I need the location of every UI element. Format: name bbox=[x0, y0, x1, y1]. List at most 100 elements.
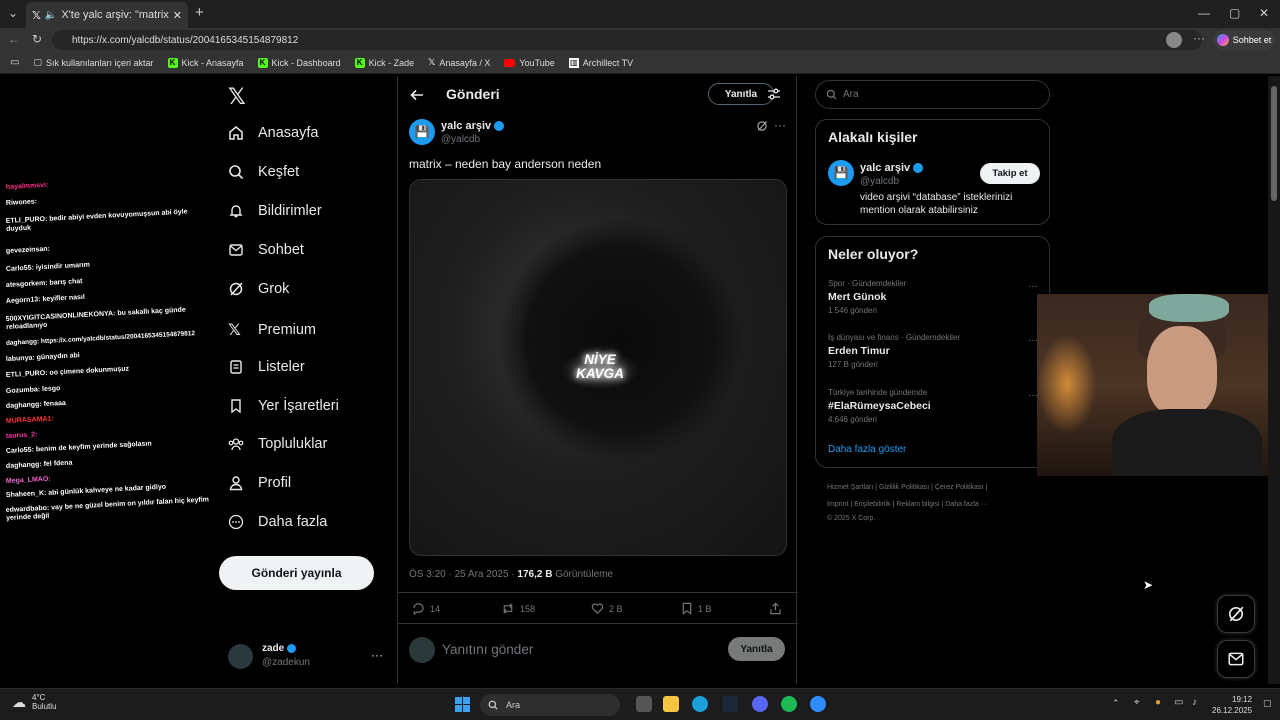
tray-chevron-icon[interactable]: ⌃ bbox=[1112, 698, 1120, 709]
chat-line: taurus_2: bbox=[5, 431, 38, 440]
follow-button[interactable]: Takip et bbox=[980, 163, 1040, 184]
clock[interactable]: 19:12 26.12.2025 bbox=[1212, 694, 1252, 716]
audio-icon[interactable]: 🔈 bbox=[45, 10, 57, 21]
nav-grok[interactable]: Grok bbox=[228, 281, 289, 297]
bookmark-x-home[interactable]: 𝕏 Anasayfa / X bbox=[428, 57, 490, 68]
bookmark-action[interactable]: 1 B bbox=[681, 602, 712, 615]
more-icon[interactable]: ··· bbox=[774, 118, 786, 132]
x-logo[interactable]: 𝕏 bbox=[228, 84, 246, 110]
author-avatar[interactable]: 💾 bbox=[409, 119, 435, 145]
reply-icon bbox=[413, 603, 424, 615]
repost-action[interactable]: 158 bbox=[501, 602, 535, 615]
weather-widget[interactable]: ☁ 4°C Bulutlu bbox=[12, 693, 56, 711]
reply-count: 14 bbox=[430, 603, 441, 614]
trend-item[interactable]: İş dünyası ve finans · Gündemdekiler Erd… bbox=[828, 333, 1038, 369]
author-name[interactable]: yalc arşiv bbox=[441, 120, 505, 132]
url-field[interactable]: https://x.com/yalcdb/status/200416534515… bbox=[52, 30, 1202, 50]
grok-icon[interactable] bbox=[756, 120, 768, 132]
taskbar-search[interactable]: Ara bbox=[480, 694, 620, 716]
nav-notifications[interactable]: Bildirimler bbox=[228, 203, 322, 219]
refresh-icon[interactable]: ↻ bbox=[32, 32, 42, 46]
trend-item[interactable]: Türkiye tarihinde gündemde #ElaRümeysaCe… bbox=[828, 388, 1038, 424]
bookmark-kick-dashboard[interactable]: K Kick - Dashboard bbox=[257, 57, 341, 68]
weather-text: Bulutlu bbox=[32, 702, 57, 711]
nav-explore[interactable]: Keşfet bbox=[228, 164, 299, 180]
trend-item[interactable]: Spor · Gündemdekiler Mert Günok 1.546 gö… bbox=[828, 279, 1038, 315]
more-icon[interactable]: ··· bbox=[1193, 31, 1205, 45]
spotify-icon[interactable] bbox=[781, 696, 797, 712]
nav-label: Yer İşaretleri bbox=[258, 398, 339, 414]
reading-icon[interactable]: ▭ bbox=[10, 57, 19, 68]
task-view-icon[interactable] bbox=[636, 696, 652, 712]
bookmark-youtube[interactable]: YouTube bbox=[504, 58, 555, 68]
network-icon[interactable]: ⌖ bbox=[1134, 697, 1140, 708]
close-tab-icon[interactable]: ✕ bbox=[173, 9, 182, 22]
tune-icon[interactable] bbox=[767, 87, 781, 101]
nav-profile[interactable]: Profil bbox=[228, 475, 291, 491]
back-icon[interactable]: ← bbox=[8, 32, 20, 46]
nav-lists[interactable]: Listeler bbox=[228, 359, 305, 375]
x-premium-icon: 𝕏 bbox=[228, 322, 241, 339]
account-name-text: zade bbox=[262, 643, 285, 654]
like-action[interactable]: 2 B bbox=[591, 602, 623, 615]
close-window-icon[interactable]: ✕ bbox=[1259, 6, 1269, 20]
post-button[interactable]: Gönderi yayınla bbox=[219, 556, 374, 590]
nav-premium[interactable]: 𝕏 Premium bbox=[228, 320, 316, 340]
reply-action[interactable]: 14 bbox=[412, 602, 440, 615]
scrollbar-thumb[interactable] bbox=[1271, 86, 1277, 201]
reply-input[interactable]: Yanıtını gönder bbox=[442, 642, 533, 657]
notifications-icon[interactable]: ▢ bbox=[1263, 698, 1272, 709]
show-more-link[interactable]: Daha fazla göster bbox=[828, 444, 906, 455]
bookmark-kick-zade[interactable]: K Kick - Zade bbox=[354, 57, 414, 68]
bookmark-import[interactable]: ▢ Sık kullanılanları içeri aktar bbox=[33, 57, 153, 68]
nav-bookmarks[interactable]: Yer İşaretleri bbox=[228, 398, 339, 414]
steam-icon[interactable] bbox=[722, 696, 738, 712]
display-icon[interactable]: ▭ bbox=[1174, 697, 1183, 708]
discord-icon[interactable] bbox=[752, 696, 768, 712]
relevant-people-card: Alakalı kişiler 💾 yalc arşiv @yalcdb vid… bbox=[815, 119, 1050, 225]
profile-avatar[interactable] bbox=[1166, 32, 1182, 48]
floppy-disk-icon: 💾 bbox=[414, 125, 430, 139]
tab-active[interactable]: 𝕏 🔈 X'te yalc arşiv: "matrix – neden ✕ bbox=[26, 2, 188, 28]
search-input[interactable]: Ara bbox=[815, 80, 1050, 109]
messages-fab[interactable] bbox=[1217, 640, 1255, 678]
edge-icon[interactable] bbox=[692, 696, 708, 712]
file-explorer-icon[interactable] bbox=[663, 696, 679, 712]
account-switcher[interactable]: zade @zadekun ··· bbox=[228, 642, 388, 672]
volume-icon[interactable]: ♪ bbox=[1192, 697, 1197, 708]
lamp-glow bbox=[1037, 334, 1097, 434]
trend-name: Erden Timur bbox=[828, 345, 890, 357]
reply-button[interactable]: Yanıtla bbox=[728, 637, 785, 661]
bookmark-kick-home[interactable]: K Kick - Anasayfa bbox=[167, 57, 244, 68]
scrollbar[interactable] bbox=[1268, 76, 1280, 684]
minimize-icon[interactable]: — bbox=[1198, 6, 1210, 20]
avatar[interactable]: 💾 bbox=[828, 160, 854, 186]
start-icon[interactable] bbox=[455, 697, 470, 712]
author-handle[interactable]: @yalcdb bbox=[441, 134, 480, 145]
trend-category: İş dünyası ve finans · Gündemdekiler bbox=[828, 333, 961, 342]
grok-fab[interactable] bbox=[1217, 595, 1255, 633]
back-arrow-icon[interactable] bbox=[410, 88, 424, 102]
nav-communities[interactable]: Topluluklar bbox=[228, 436, 327, 452]
tab-list-icon[interactable]: ⌄ bbox=[8, 6, 18, 20]
repost-icon bbox=[503, 603, 513, 614]
reply-top-button[interactable]: Yanıtla bbox=[708, 83, 774, 105]
microphone-icon[interactable]: ● bbox=[1155, 697, 1161, 708]
tweet-video[interactable]: NİYE KAVGA bbox=[409, 179, 787, 556]
maximize-icon[interactable]: ▢ bbox=[1229, 6, 1240, 20]
bookmark-archillect[interactable]: ▥ Archillect TV bbox=[568, 57, 633, 68]
copilot-chat-button[interactable]: Sohbet et bbox=[1213, 30, 1275, 50]
app-icon[interactable] bbox=[810, 696, 826, 712]
nav-more[interactable]: Daha fazla bbox=[228, 514, 327, 530]
new-tab-icon[interactable]: + bbox=[195, 4, 204, 21]
footer-line[interactable]: İmprint | Erişilebilirlik | Reklam bilgi… bbox=[827, 496, 1052, 513]
person-name[interactable]: yalc arşiv bbox=[860, 162, 924, 174]
share-action[interactable] bbox=[769, 602, 782, 615]
nav-home[interactable]: Anasayfa bbox=[228, 125, 318, 141]
more-icon[interactable]: ··· bbox=[1028, 281, 1038, 292]
kick-icon: K bbox=[167, 57, 178, 68]
footer-line[interactable]: Hizmet Şartları | Gizlilik Politikası | … bbox=[827, 479, 1052, 496]
chat-line: Riwones: bbox=[5, 198, 38, 207]
nav-chat[interactable]: Sohbet bbox=[228, 242, 304, 258]
chat-line: daghangg: fenaaa bbox=[5, 399, 66, 410]
